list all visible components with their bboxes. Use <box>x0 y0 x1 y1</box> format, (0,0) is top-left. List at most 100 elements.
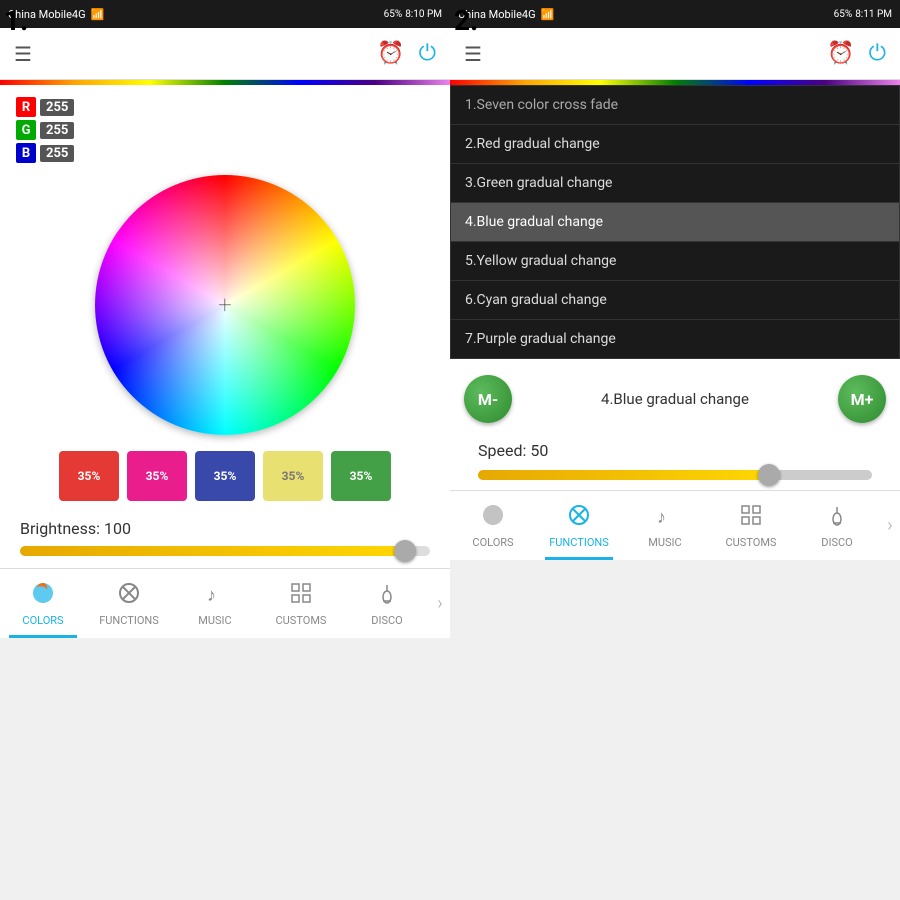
function-item-2[interactable]: 2.Red gradual change <box>451 125 899 164</box>
nav-disco-label-2: DISCO <box>821 536 852 549</box>
swatch-yellow[interactable]: 35% <box>263 451 323 501</box>
swatch-green[interactable]: 35% <box>331 451 391 501</box>
brightness-thumb[interactable] <box>394 540 416 562</box>
battery-2: 65% <box>834 9 853 20</box>
colors-icon-1 <box>31 581 55 611</box>
status-bar-1: China Mobile4G 📶 65% 8:10 PM <box>0 0 450 28</box>
m-plus-button[interactable]: M+ <box>838 375 886 423</box>
color-swatches: 35% 35% 35% 35% 35% <box>16 451 434 501</box>
status-bar-2: China Mobile4G 📶 65% 8:11 PM <box>450 0 900 28</box>
time-2: 8:11 PM <box>855 9 892 20</box>
speed-label: Speed: 50 <box>478 441 872 460</box>
svg-text:♪: ♪ <box>207 585 216 605</box>
nav-music-label-1: MUSIC <box>198 614 231 627</box>
mode-row: M- 4.Blue gradual change M+ <box>464 375 886 423</box>
r-value: 255 <box>40 99 74 116</box>
battery-1: 65% <box>384 9 403 20</box>
functions-list: 1.Seven color cross fade 2.Red gradual c… <box>450 85 900 359</box>
nav-arrow-1[interactable]: › <box>430 569 450 638</box>
colors-icon-2 <box>481 503 505 533</box>
rgb-values: R 255 G 255 B 255 <box>16 97 434 163</box>
power-icon-2[interactable]: ⏻ <box>869 41 886 66</box>
power-icon-1[interactable]: ⏻ <box>419 41 436 66</box>
function-item-5[interactable]: 5.Yellow gradual change <box>451 242 899 281</box>
nav-music-1[interactable]: ♪ MUSIC <box>172 569 258 638</box>
crosshair: + <box>218 291 232 319</box>
function-item-6[interactable]: 6.Cyan gradual change <box>451 281 899 320</box>
b-value: 255 <box>40 145 74 162</box>
color-wheel-container: + <box>16 175 434 435</box>
screen1-main: R 255 G 255 B 255 + 35% 35% <box>0 85 450 568</box>
signal-icon-1: 📶 <box>91 8 105 21</box>
mode-name: 4.Blue gradual change <box>512 390 838 408</box>
swatch-magenta[interactable]: 35% <box>127 451 187 501</box>
nav-functions-label-2: FUNCTIONS <box>549 536 609 549</box>
r-label: R <box>16 97 36 117</box>
color-wheel[interactable]: + <box>95 175 355 435</box>
screen2: 2. China Mobile4G 📶 65% 8:11 PM ☰ ⏰ ⏻ 1.… <box>450 0 900 900</box>
bottom-nav-1: COLORS FUNCTIONS ♪ MUSIC <box>0 568 450 638</box>
screen1: 1. China Mobile4G 📶 65% 8:10 PM ☰ ⏰ ⏻ R … <box>0 0 450 900</box>
b-label: B <box>16 143 36 163</box>
brightness-fill <box>20 546 410 556</box>
functions-icon-2 <box>567 503 591 533</box>
brightness-slider[interactable] <box>20 546 430 556</box>
g-label: G <box>16 120 36 140</box>
brightness-label: Brightness: 100 <box>20 519 430 538</box>
mode-controls: M- 4.Blue gradual change M+ Speed: 50 <box>450 359 900 490</box>
customs-icon-1 <box>289 581 313 611</box>
svg-text:♪: ♪ <box>657 507 666 527</box>
brightness-section: Brightness: 100 <box>16 519 434 556</box>
music-icon-1: ♪ <box>203 581 227 611</box>
nav-customs-2[interactable]: CUSTOMS <box>708 491 794 560</box>
function-item-1[interactable]: 1.Seven color cross fade <box>451 86 899 125</box>
speed-slider[interactable] <box>478 470 872 480</box>
speed-thumb[interactable] <box>758 464 780 486</box>
nav-functions-1[interactable]: FUNCTIONS <box>86 569 172 638</box>
menu-icon-2[interactable]: ☰ <box>464 42 482 66</box>
swatch-red[interactable]: 35% <box>59 451 119 501</box>
nav-functions-label-1: FUNCTIONS <box>99 614 159 627</box>
menu-icon-1[interactable]: ☰ <box>14 42 32 66</box>
m-minus-button[interactable]: M- <box>464 375 512 423</box>
nav-colors-1[interactable]: COLORS <box>0 569 86 638</box>
nav-disco-label-1: DISCO <box>371 614 402 627</box>
screen1-label: 1. <box>4 4 28 37</box>
toolbar-2: ☰ ⏰ ⏻ <box>450 28 900 80</box>
nav-disco-1[interactable]: DISCO <box>344 569 430 638</box>
clock-icon-2[interactable]: ⏰ <box>827 41 854 66</box>
clock-icon-1[interactable]: ⏰ <box>377 41 404 66</box>
rgb-g-row: G 255 <box>16 120 434 140</box>
g-value: 255 <box>40 122 74 139</box>
disco-icon-2 <box>825 503 849 533</box>
toolbar-1: ☰ ⏰ ⏻ <box>0 28 450 80</box>
nav-colors-2[interactable]: COLORS <box>450 491 536 560</box>
status-icons-2: 65% 8:11 PM <box>834 9 892 20</box>
nav-customs-1[interactable]: CUSTOMS <box>258 569 344 638</box>
function-item-7[interactable]: 7.Purple gradual change <box>451 320 899 358</box>
rgb-r-row: R 255 <box>16 97 434 117</box>
function-item-3[interactable]: 3.Green gradual change <box>451 164 899 203</box>
speed-fill <box>478 470 774 480</box>
speed-section: Speed: 50 <box>464 441 886 480</box>
disco-icon-1 <box>375 581 399 611</box>
time-1: 8:10 PM <box>405 9 442 20</box>
swatch-blue[interactable]: 35% <box>195 451 255 501</box>
nav-arrow-2[interactable]: › <box>880 491 900 560</box>
nav-music-label-2: MUSIC <box>648 536 681 549</box>
function-item-4[interactable]: 4.Blue gradual change <box>451 203 899 242</box>
status-icons-1: 65% 8:10 PM <box>384 9 442 20</box>
nav-customs-label-1: CUSTOMS <box>276 614 327 627</box>
screen2-label: 2. <box>454 4 478 37</box>
music-icon-2: ♪ <box>653 503 677 533</box>
nav-colors-label-1: COLORS <box>22 614 63 627</box>
rgb-b-row: B 255 <box>16 143 434 163</box>
bottom-nav-2: COLORS FUNCTIONS ♪ MUSIC <box>450 490 900 560</box>
signal-icon-2: 📶 <box>541 8 555 21</box>
functions-icon-1 <box>117 581 141 611</box>
nav-colors-label-2: COLORS <box>472 536 513 549</box>
nav-functions-2[interactable]: FUNCTIONS <box>536 491 622 560</box>
customs-icon-2 <box>739 503 763 533</box>
nav-disco-2[interactable]: DISCO <box>794 491 880 560</box>
nav-music-2[interactable]: ♪ MUSIC <box>622 491 708 560</box>
